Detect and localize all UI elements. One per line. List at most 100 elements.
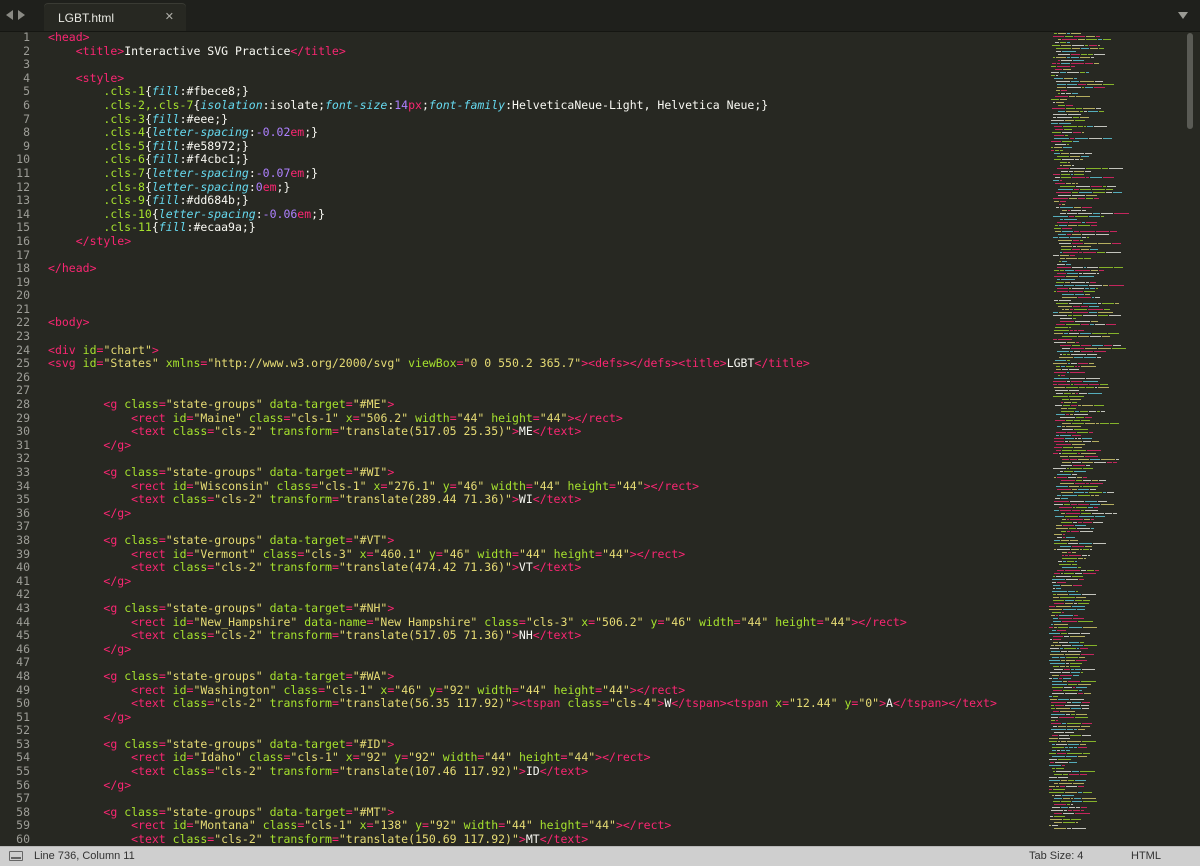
minimap-stroke — [1078, 603, 1089, 604]
minimap-stroke — [1054, 342, 1066, 343]
minimap-stroke — [1063, 69, 1071, 70]
code-line[interactable]: <text class="cls-2" transform="translate… — [48, 560, 1040, 575]
code-line[interactable] — [48, 276, 1040, 290]
code-line[interactable]: <rect id="New_Hampshire" data-name="New … — [48, 615, 1040, 630]
code-text[interactable]: <head> <title>Interactive SVG Practice</… — [48, 31, 1040, 846]
minimap[interactable] — [1045, 31, 1185, 846]
code-line[interactable]: </style> — [48, 234, 1040, 249]
code-line[interactable]: <rect id="Vermont" class="cls-3" x="460.… — [48, 547, 1040, 562]
code-line[interactable]: .cls-2,.cls-7{isolation:isolate;font-siz… — [48, 98, 1040, 113]
code-line[interactable]: .cls-5{fill:#e58972;} — [48, 139, 1040, 154]
minimap-stroke — [1067, 234, 1071, 235]
code-line[interactable]: <head> — [48, 31, 1040, 45]
code-token: </ — [103, 641, 118, 656]
chevron-down-icon[interactable] — [1178, 12, 1188, 19]
code-line[interactable]: <rect id="Montana" class="cls-1" x="138"… — [48, 819, 1040, 833]
code-line[interactable] — [48, 656, 1040, 670]
tab-lgbt-html[interactable]: LGBT.html ✕ — [44, 4, 186, 31]
minimap-stroke — [1070, 351, 1073, 352]
code-line[interactable]: </g> — [48, 641, 1040, 657]
code-line[interactable]: <text class="cls-2" transform="translate… — [48, 832, 1040, 846]
minimap-stroke — [1060, 483, 1074, 484]
minimap-stroke — [1075, 216, 1088, 217]
code-line[interactable]: <g class="state-groups" data-target="#NH… — [48, 601, 1040, 616]
minimap-stroke — [1052, 132, 1061, 133]
code-line[interactable]: <text class="cls-2" transform="translate… — [48, 492, 1040, 507]
code-token: "Montana" — [193, 818, 256, 833]
minimap-stroke — [1080, 72, 1085, 73]
code-line[interactable]: <g class="state-groups" data-target="#WA… — [48, 669, 1040, 684]
arrow-left-icon[interactable] — [6, 10, 13, 20]
code-line[interactable]: .cls-6{fill:#f4cbc1;} — [48, 153, 1040, 167]
minimap-stroke — [1070, 540, 1078, 541]
code-line[interactable]: <rect id="Maine" class="cls-1" x="506.2"… — [48, 411, 1040, 426]
minimap-stroke — [1073, 675, 1079, 676]
code-line[interactable] — [48, 58, 1040, 72]
minimap-stroke — [1085, 510, 1098, 511]
minimap-stroke — [1086, 72, 1089, 73]
minimap-stroke — [1071, 63, 1084, 64]
code-line[interactable]: <g class="state-groups" data-target="#ID… — [48, 737, 1040, 752]
code-line[interactable]: </head> — [48, 261, 1040, 276]
code-token: text — [138, 628, 166, 643]
minimap-stroke — [1086, 282, 1089, 283]
minimap-stroke — [1067, 432, 1076, 433]
code-line[interactable] — [48, 792, 1040, 806]
code-line[interactable]: </g> — [48, 574, 1040, 589]
code-line[interactable] — [48, 520, 1040, 534]
code-line[interactable]: <div id="chart"> — [48, 343, 1040, 358]
code-line[interactable]: <g class="state-groups" data-target="#VT… — [48, 533, 1040, 548]
code-line[interactable]: <text class="cls-2" transform="translate… — [48, 696, 1040, 711]
code-line[interactable] — [48, 249, 1040, 263]
code-line[interactable]: .cls-4{letter-spacing:-0.02em;} — [48, 125, 1040, 140]
code-line[interactable]: <g class="state-groups" data-target="#WI… — [48, 465, 1040, 480]
code-line[interactable]: .cls-1{fill:#fbece8;} — [48, 85, 1040, 99]
minimap-stroke — [1054, 387, 1065, 388]
code-line[interactable]: .cls-8{letter-spacing:0em;} — [48, 180, 1040, 195]
code-line[interactable] — [48, 371, 1040, 385]
panel-toggle-icon[interactable] — [9, 851, 23, 861]
code-line[interactable]: .cls-11{fill:#ecaa9a;} — [48, 221, 1040, 235]
code-line[interactable]: <title>Interactive SVG Practice</title> — [48, 44, 1040, 59]
code-line[interactable]: <text class="cls-2" transform="translate… — [48, 764, 1040, 779]
editor-area[interactable]: 1 2 3 4 5 6 7 8 9 10 11 12 13 14 15 16 17 18 19 20 21 22 23 24 2… — [0, 31, 1200, 846]
code-line[interactable] — [48, 289, 1040, 303]
close-icon[interactable]: ✕ — [165, 10, 174, 23]
code-line[interactable] — [48, 303, 1040, 317]
code-line[interactable]: <rect id="Wisconsin" class="cls-1" x="27… — [48, 479, 1040, 494]
code-line[interactable] — [48, 452, 1040, 466]
code-line[interactable]: <rect id="Idaho" class="cls-1" x="92" y=… — [48, 751, 1040, 765]
code-line[interactable]: <svg id="States" xmlns="http://www.w3.or… — [48, 356, 1040, 371]
code-token: >< — [581, 356, 596, 371]
minimap-stroke — [1068, 591, 1075, 592]
code-line[interactable]: .cls-10{letter-spacing:-0.06em;} — [48, 207, 1040, 222]
line-number: 28 — [16, 397, 30, 412]
code-line[interactable]: </g> — [48, 506, 1040, 521]
code-line[interactable] — [48, 588, 1040, 602]
code-line[interactable]: .cls-7{letter-spacing:-0.07em;} — [48, 166, 1040, 181]
code-line[interactable]: </g> — [48, 778, 1040, 793]
minimap-stroke — [1070, 168, 1085, 169]
code-line[interactable] — [48, 724, 1040, 738]
code-line[interactable]: <g class="state-groups" data-target="#MT… — [48, 805, 1040, 820]
code-line[interactable]: <text class="cls-2" transform="translate… — [48, 424, 1040, 439]
code-line[interactable]: .cls-3{fill:#eee;} — [48, 112, 1040, 127]
tab-size-selector[interactable]: Tab Size: 4 — [1029, 850, 1083, 862]
code-line[interactable]: <g class="state-groups" data-target="#ME… — [48, 397, 1040, 412]
syntax-selector[interactable]: HTML — [1131, 850, 1161, 862]
code-line[interactable]: <text class="cls-2" transform="translate… — [48, 628, 1040, 643]
code-line[interactable]: </g> — [48, 438, 1040, 453]
code-line[interactable]: .cls-9{fill:#dd684b;} — [48, 193, 1040, 208]
code-line[interactable]: <body> — [48, 316, 1040, 330]
minimap-stroke — [1051, 123, 1058, 124]
arrow-right-icon[interactable] — [18, 10, 25, 20]
minimap-stroke — [1066, 660, 1075, 661]
code-line[interactable] — [48, 330, 1040, 344]
code-line[interactable]: <style> — [48, 71, 1040, 86]
minimap-stroke — [1097, 252, 1105, 253]
vertical-scrollbar[interactable] — [1187, 33, 1193, 129]
code-line[interactable]: <rect id="Washington" class="cls-1" x="4… — [48, 683, 1040, 698]
code-line[interactable] — [48, 384, 1040, 398]
minimap-stroke — [1063, 819, 1070, 820]
code-line[interactable]: </g> — [48, 710, 1040, 725]
